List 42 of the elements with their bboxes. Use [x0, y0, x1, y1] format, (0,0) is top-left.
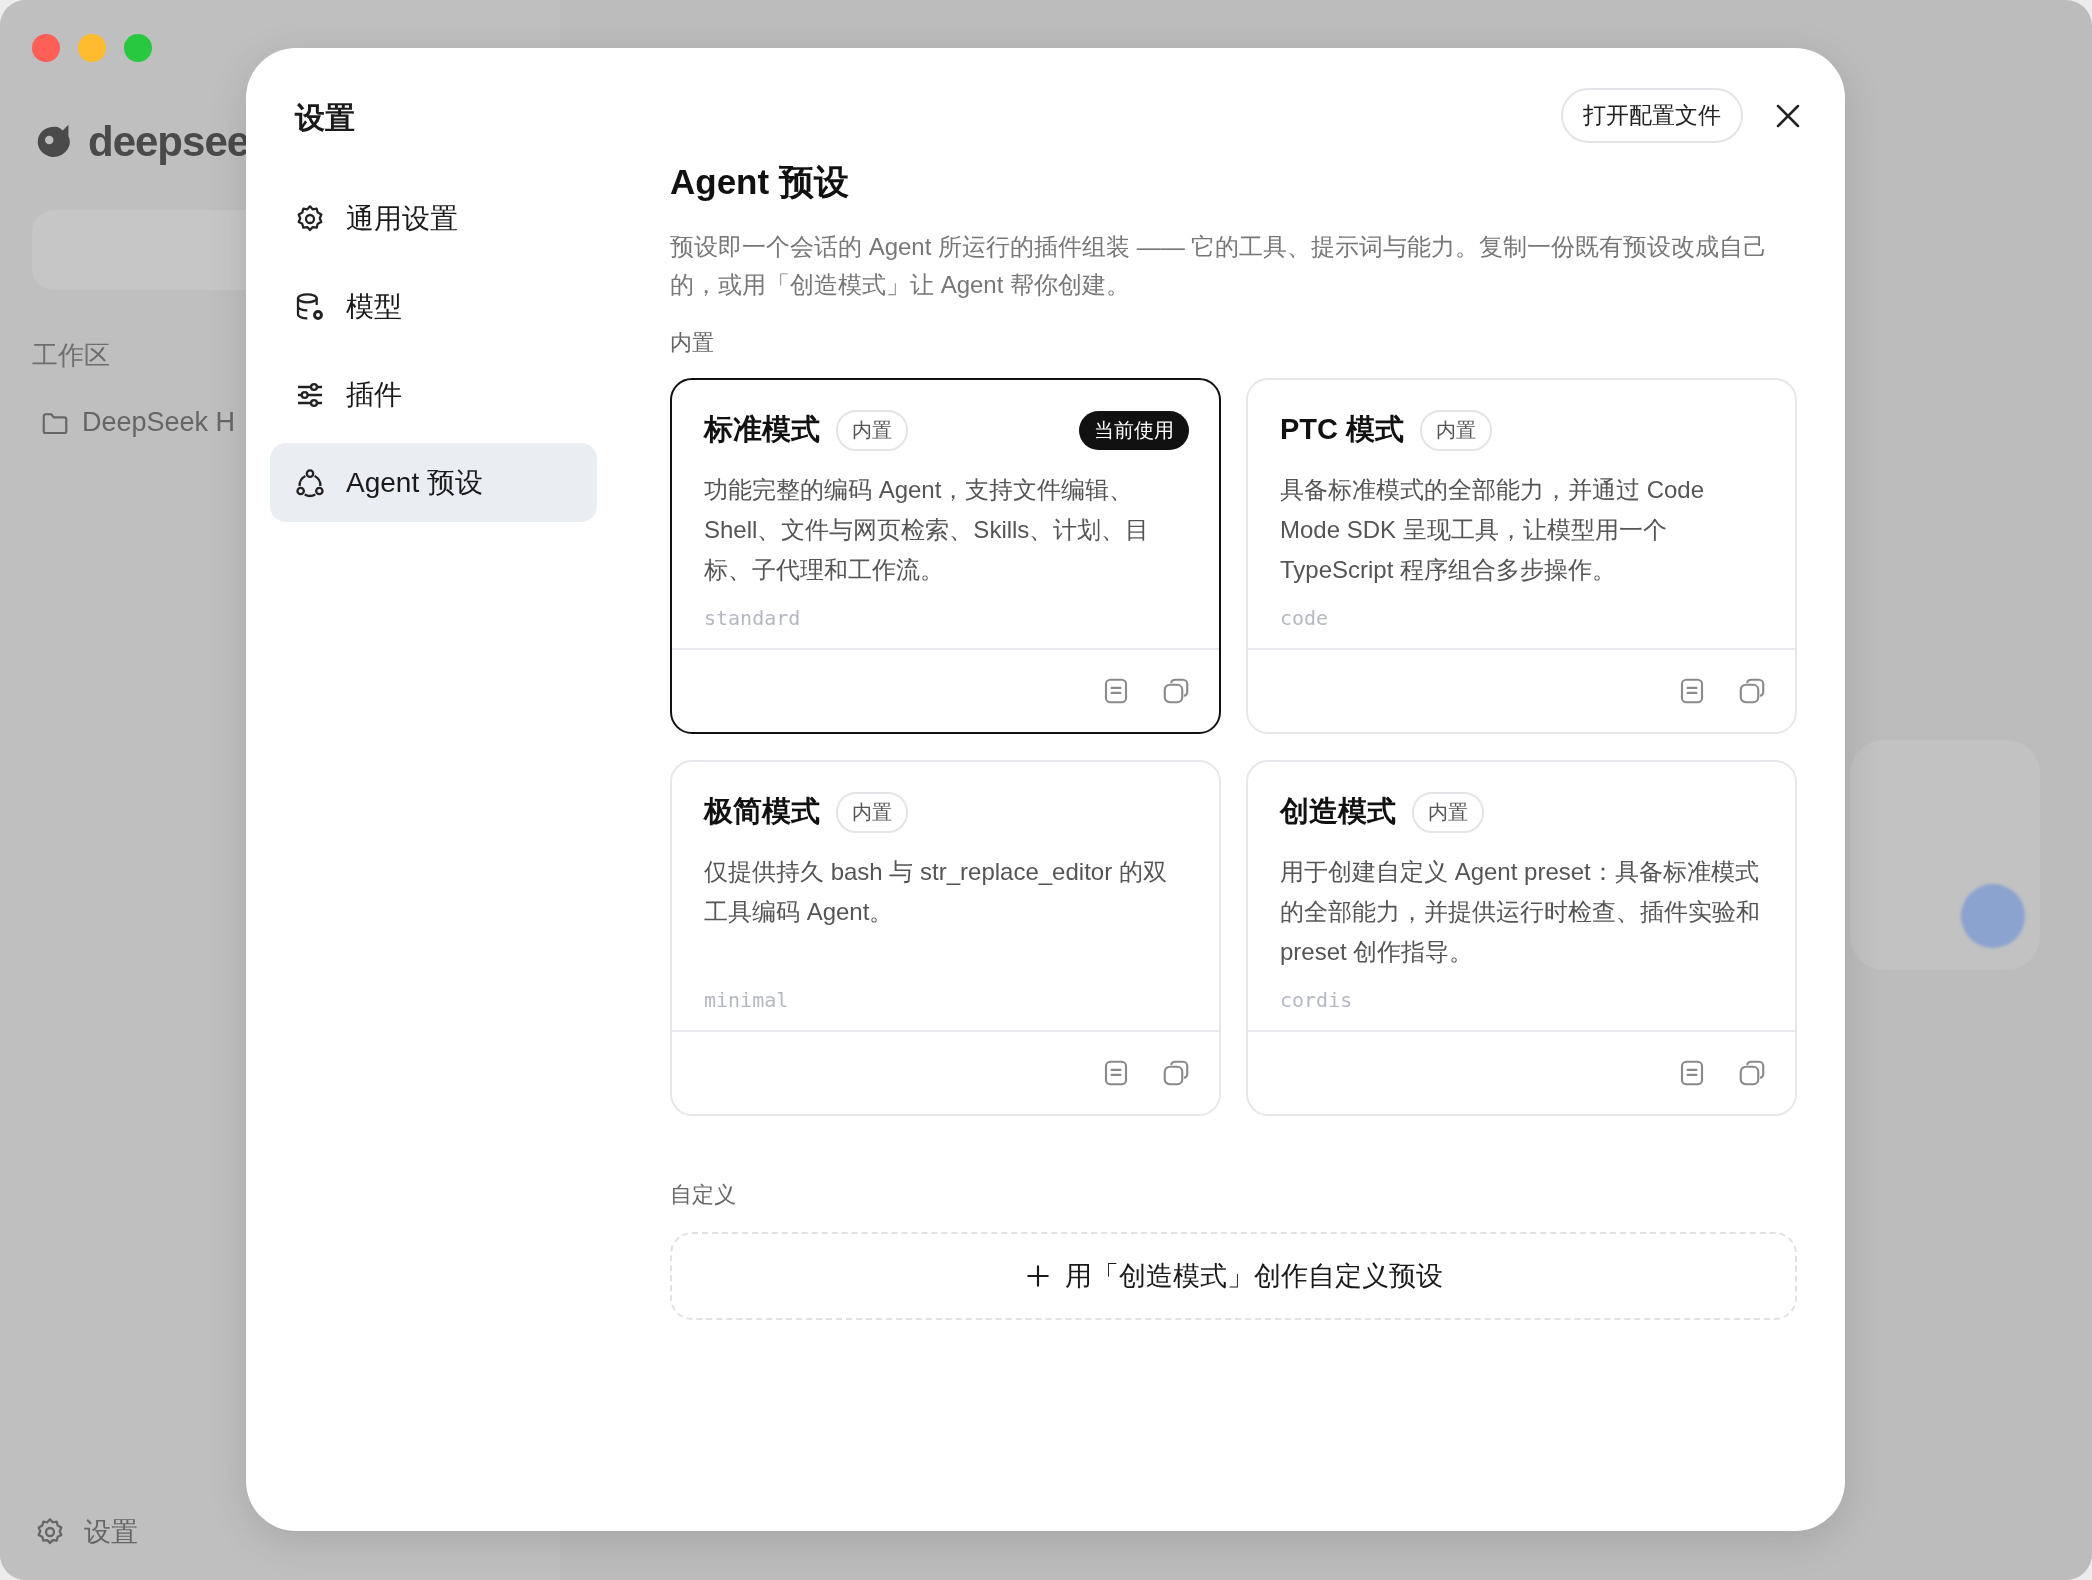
preset-description: 仅提供持久 bash 与 str_replace_editor 的双工具编码 Agent。 [704, 857, 1168, 927]
preset-description: 功能完整的编码 Agent，支持文件编辑、Shell、文件与网页检索、Skills、计划、目标、子代理和工作流。 [704, 475, 1151, 585]
copy-icon [1161, 676, 1191, 706]
preset-id: standard [704, 606, 801, 630]
preset-id: code [1280, 606, 1329, 630]
preset-card[interactable]: 创造模式 内置 用于创建自定义 Agent preset：具备标准模式的全部能力，并提供运行时检查、插件实验和 preset 创作指导。 cordis [1246, 760, 1797, 1116]
builtin-tag: 内置 [1420, 409, 1493, 451]
nodes-icon [294, 466, 326, 499]
search-field[interactable] [32, 210, 246, 290]
builtin-tag: 内置 [1412, 791, 1484, 833]
preset-title: 极简模式 [704, 794, 820, 829]
group-label: 内置 [670, 329, 715, 357]
section-heading: Agent 预设 [670, 161, 850, 203]
logo-text: deepsee [88, 118, 250, 166]
preset-card[interactable]: 极简模式 内置 仅提供持久 bash 与 str_replace_editor 的双工具编码 Agent。 minimal [670, 760, 1221, 1116]
preset-title: 创造模式 [1280, 794, 1396, 829]
preset-id: cordis [1280, 988, 1353, 1012]
builtin-tag: 内置 [836, 791, 908, 833]
dialog-title: 设置 [293, 100, 356, 136]
preset-card[interactable]: PTC 模式 内置 具备标准模式的全部能力，并通过 Code Mode SDK 呈现工具，让模型用一个 TypeScript 程序组合多步操作。 code [1246, 378, 1797, 734]
copy-icon [1161, 1058, 1191, 1088]
group-label: 自定义 [670, 1181, 737, 1209]
preset-id: minimal [704, 988, 789, 1012]
copy-icon [1737, 1058, 1767, 1088]
database-icon [294, 290, 326, 323]
current-tag: 当前使用 [1079, 410, 1189, 450]
preset-description: 用于创建自定义 Agent preset：具备标准模式的全部能力，并提供运行时检查、插件实验和 preset 创作指导。 [1280, 857, 1761, 967]
nav-item[interactable]: 插件 [270, 355, 597, 434]
nav-item[interactable]: 通用设置 [270, 179, 597, 258]
section-label: 工作区 [32, 339, 110, 372]
copy-icon [1737, 676, 1767, 706]
preset-title: 标准模式 [704, 412, 820, 447]
builtin-tag: 内置 [836, 409, 908, 451]
preset-description: 具备标准模式的全部能力，并通过 Code Mode SDK 呈现工具，让模型用一个 TypeScript 程序组合多步操作。 [1280, 475, 1706, 585]
nav-item[interactable]: Agent 预设 [270, 443, 597, 522]
nav-item[interactable]: 模型 [270, 267, 597, 346]
section-description: 预设即一个会话的 Agent 所运行的插件组装 —— 它的工具、提示词与能力。复制一份既有预设改成自己的，或用「创造模式」让 Agent 帮你创建。 [670, 232, 1769, 300]
open-config-button[interactable]: 打开配置文件 [1561, 88, 1743, 143]
plus-icon [1024, 1263, 1051, 1289]
preset-title: PTC 模式 [1280, 412, 1405, 447]
preset-card[interactable]: 标准模式 内置 当前使用 功能完整的编码 Agent，支持文件编辑、Shell、文件与网页检索、Skills、计划、目标、子代理和工作流。 standard [670, 378, 1221, 734]
create-preset-button[interactable]: 用「创造模式」创作自定义预设 [670, 1232, 1797, 1320]
